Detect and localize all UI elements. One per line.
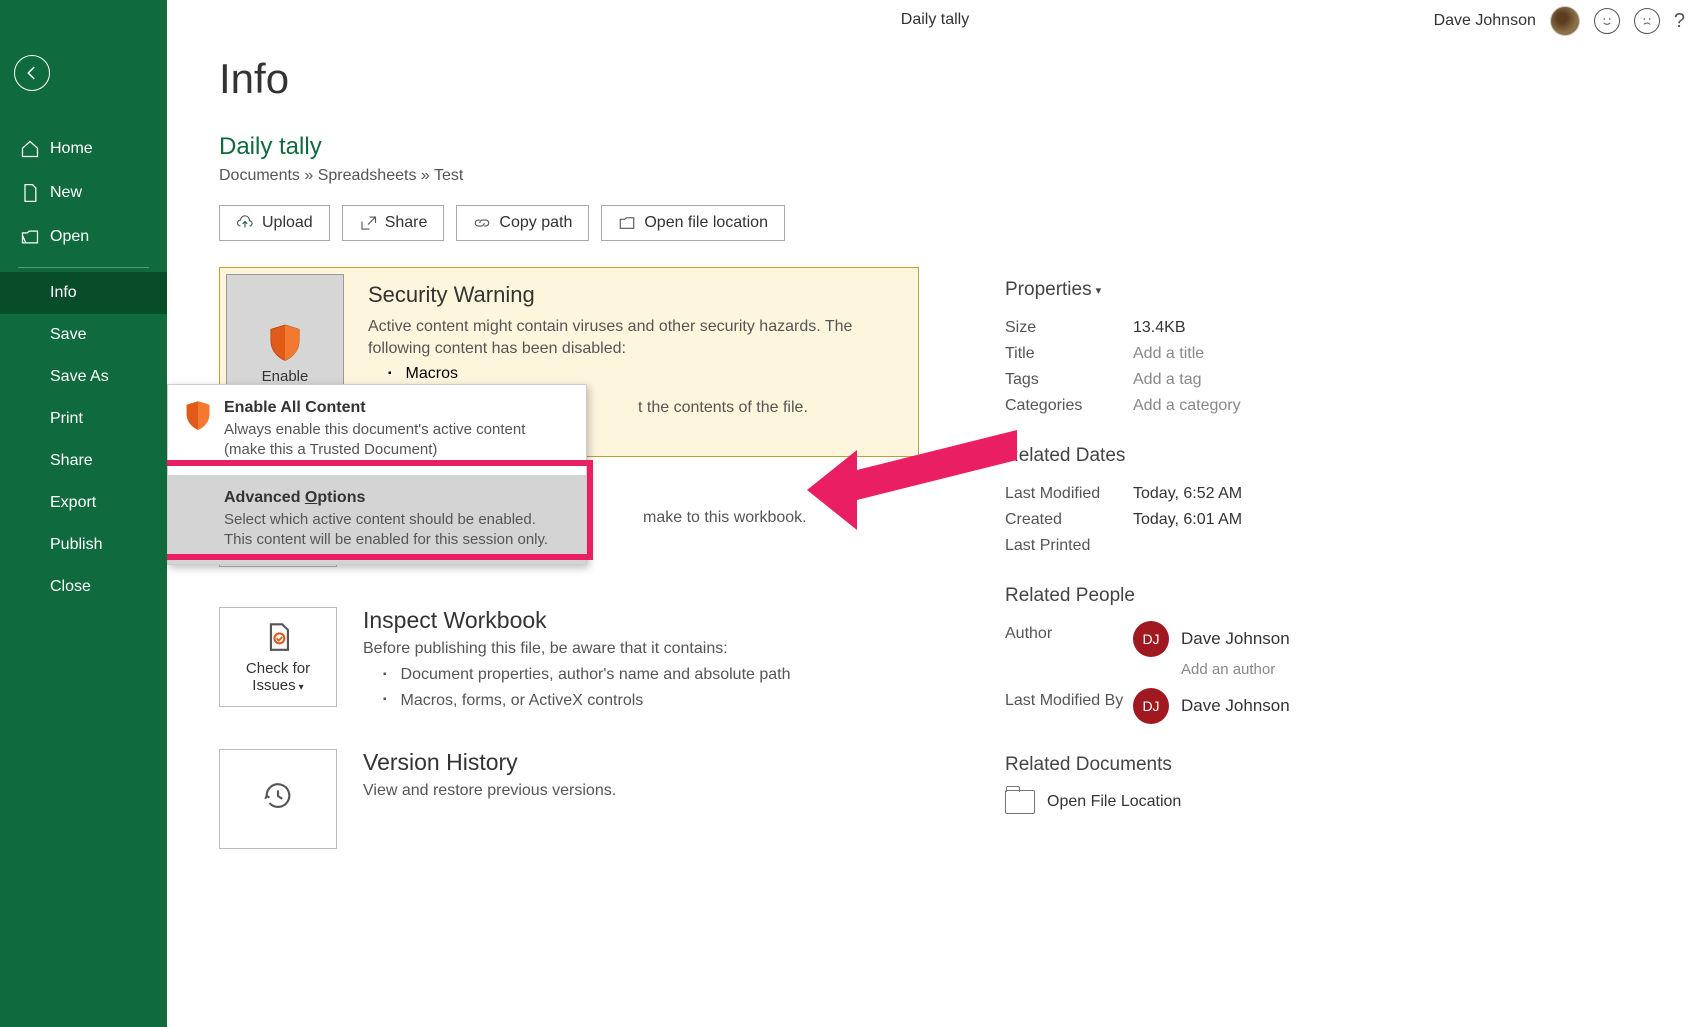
dropdown-desc: Select which active content should be en… [224,510,548,551]
open-file-location-button[interactable]: Open file location [601,205,785,241]
prop-label-created: Created [1005,511,1133,529]
sidebar-label: Export [50,494,96,512]
sidebar-divider [18,267,149,268]
copy-path-button[interactable]: Copy path [456,205,589,241]
sidebar-item-publish[interactable]: Publish [0,524,167,566]
sidebar-label: Home [50,140,93,158]
cloud-upload-icon [236,214,254,232]
prop-value-created: Today, 6:01 AM [1133,511,1242,529]
properties-heading[interactable]: Properties▾ [1005,279,1375,301]
lmb-name: Dave Johnson [1181,696,1290,716]
dropdown-item-advanced-options[interactable]: Advanced Options Select which active con… [168,475,586,565]
related-documents-heading: Related Documents [1005,754,1375,776]
prop-label-last-printed: Last Printed [1005,537,1133,555]
prop-label-tags: Tags [1005,371,1133,389]
security-warning-heading: Security Warning [368,282,896,308]
prop-label-author: Author [1005,625,1133,643]
prop-value-title[interactable]: Add a title [1133,345,1204,363]
sidebar-label: Close [50,578,91,596]
inspect-intro: Before publishing this file, be aware th… [363,640,791,658]
sidebar-item-home[interactable]: Home [0,127,167,171]
related-people-heading: Related People [1005,585,1375,607]
open-file-location-label: Open File Location [1047,793,1181,811]
dropdown-title: Advanced Options [224,489,548,507]
file-actions-row: Upload Share Copy path Open file locatio… [219,205,1653,241]
history-icon [261,779,295,813]
share-label: Share [385,214,428,232]
sidebar-label: New [50,184,82,202]
sidebar-item-save-as[interactable]: Save As [0,356,167,398]
document-check-icon [261,620,295,654]
prop-label-lmb: Last Modified By [1005,692,1133,710]
check-for-issues-tile[interactable]: Check forIssues▾ [219,607,337,707]
sidebar-item-open[interactable]: Open [0,215,167,259]
sidebar-label: Save [50,326,86,344]
inspect-heading: Inspect Workbook [363,607,791,634]
prop-value-last-mod: Today, 6:52 AM [1133,485,1242,503]
sidebar-label: Info [50,284,77,302]
sidebar-item-info[interactable]: Info [0,272,167,314]
sidebar-item-close[interactable]: Close [0,566,167,608]
backstage-main: Info Daily tally Documents » Spreadsheet… [167,0,1703,1027]
version-text: View and restore previous versions. [363,782,616,800]
chevron-down-icon: ▾ [299,682,304,693]
home-icon [20,139,40,159]
dropdown-desc: Always enable this document's active con… [224,420,525,461]
dropdown-item-enable-all[interactable]: Enable All Content Always enable this do… [168,385,586,475]
sidebar-label: Print [50,410,83,428]
sidebar-item-save[interactable]: Save [0,314,167,356]
link-icon [473,214,491,232]
person-avatar: DJ [1133,688,1169,724]
folder-icon [1005,790,1035,814]
security-warning-body: Active content might contain viruses and… [368,316,896,361]
sidebar-item-share[interactable]: Share [0,440,167,482]
sidebar-item-new[interactable]: New [0,171,167,215]
arrow-left-icon [23,64,41,82]
open-location-label: Open file location [644,214,768,232]
related-dates-heading: Related Dates [1005,445,1375,467]
inspect-bullet: Macros, forms, or ActiveX controls [383,688,791,714]
prop-value-size: 13.4KB [1133,319,1185,337]
back-button[interactable] [14,55,50,91]
sidebar-label: Share [50,452,93,470]
prop-label-size: Size [1005,319,1133,337]
share-button[interactable]: Share [342,205,445,241]
prop-label-title: Title [1005,345,1133,363]
open-file-location-link[interactable]: Open File Location [1005,790,1375,814]
sidebar-label: Publish [50,536,102,554]
prop-value-tags[interactable]: Add a tag [1133,371,1202,389]
document-name: Daily tally [219,133,1653,161]
dropdown-title: Enable All Content [224,399,525,417]
prop-label-categories: Categories [1005,397,1133,415]
folder-open-icon [20,227,40,247]
prop-label-last-mod: Last Modified [1005,485,1133,503]
shield-icon [268,322,302,362]
breadcrumb: Documents » Spreadsheets » Test [219,167,1653,185]
chevron-down-icon: ▾ [1096,284,1102,297]
sidebar-label: Open [50,228,89,246]
upload-button[interactable]: Upload [219,205,330,241]
person-avatar: DJ [1133,621,1169,657]
prop-value-categories[interactable]: Add a category [1133,397,1241,415]
share-icon [359,214,377,232]
sidebar-item-print[interactable]: Print [0,398,167,440]
sidebar-label: Save As [50,368,109,386]
upload-label: Upload [262,214,313,232]
add-author-field[interactable]: Add an author [1005,661,1375,678]
copy-path-label: Copy path [499,214,572,232]
inspect-bullet: Document properties, author's name and a… [383,662,791,688]
folder-icon [618,214,636,232]
author-name: Dave Johnson [1181,629,1290,649]
page-title: Info [219,55,1653,103]
enable-content-dropdown: Enable All Content Always enable this do… [167,384,587,565]
shield-icon [184,399,224,461]
security-disabled-item: Macros [388,365,896,383]
sidebar-item-export[interactable]: Export [0,482,167,524]
document-icon [20,183,40,203]
version-heading: Version History [363,749,616,776]
backstage-sidebar: Home New Open Info Save Save As Print Sh… [0,0,167,1027]
version-history-tile[interactable] [219,749,337,849]
